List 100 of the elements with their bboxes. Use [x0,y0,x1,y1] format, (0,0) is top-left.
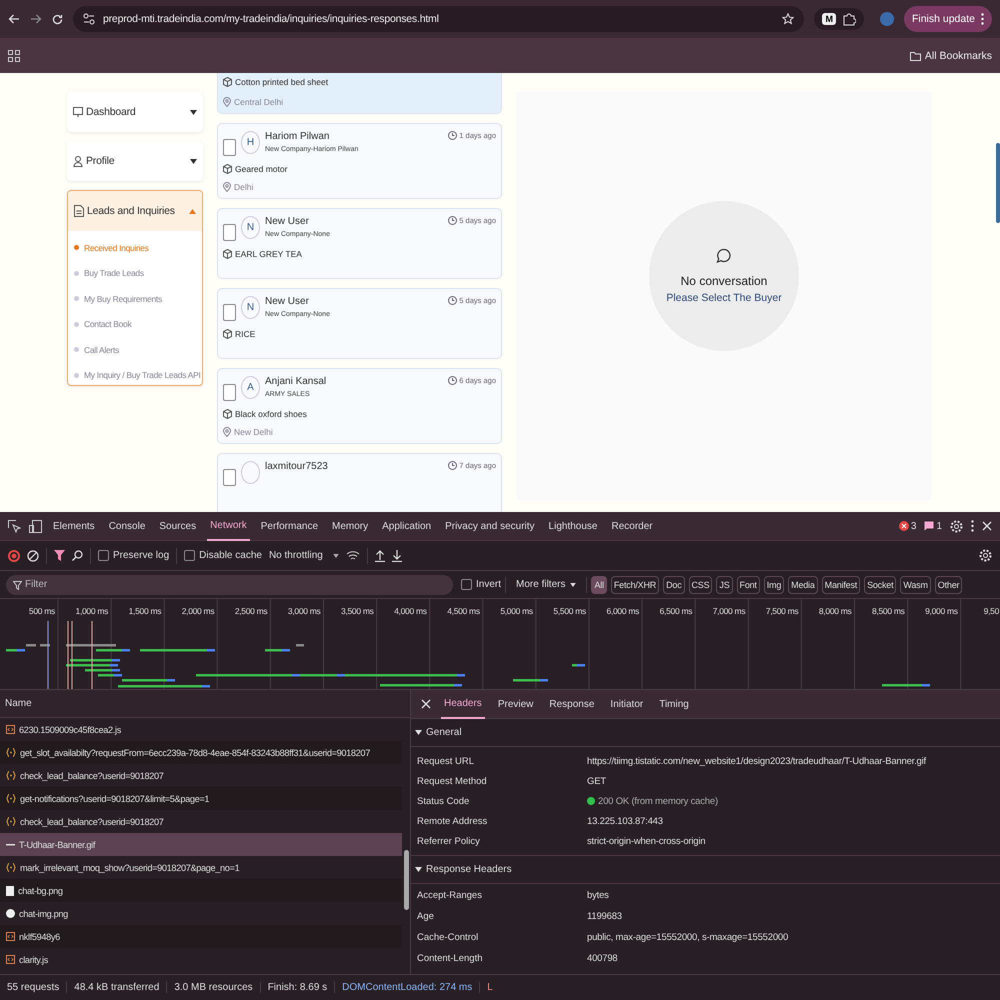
wifi-settings-icon[interactable] [346,550,360,562]
devtools-tab[interactable]: Application [379,512,434,540]
dropdown-caret-icon [570,582,576,586]
forward-icon[interactable] [30,14,42,24]
type-filter-chip[interactable]: Doc [663,576,684,594]
details-tab[interactable]: Response [546,690,598,718]
site-settings-icon[interactable] [83,13,95,25]
type-filter-chip[interactable]: Manifest [822,576,860,594]
details-tab[interactable]: Initiator [607,690,646,718]
section-header[interactable]: General [411,719,1000,747]
type-filter-chip[interactable]: Media [788,576,818,594]
extension-button[interactable]: M [822,13,836,25]
chat-bubble-icon [716,248,732,264]
column-header[interactable]: Name [0,690,410,718]
details-tab[interactable]: Headers [441,690,485,718]
close-icon[interactable] [421,699,431,709]
checkbox[interactable] [98,550,109,561]
details-tab[interactable]: Preview [494,690,536,718]
list-scrollbar[interactable] [404,850,409,910]
avatar-initial [241,461,260,484]
status-bar-item[interactable]: L [480,982,500,993]
sidebar-section-header[interactable]: Leads and Inquiries [68,191,202,231]
clear-icon[interactable] [27,550,39,562]
all-bookmarks-button[interactable]: All Bookmarks [910,50,992,62]
profile-avatar[interactable] [880,12,894,26]
devtools-tab[interactable]: Elements [50,512,98,540]
checkbox[interactable] [223,469,236,486]
request-row[interactable]: get_slot_availabilty?requestFrom=6ecc239a-78d8-4eae-854f-83243b88ff31&userid=9018207 [0,741,402,764]
sidebar-section-header[interactable]: Profile [67,141,203,181]
tick-label: 9,000 ms [925,606,958,616]
checkbox[interactable] [184,550,196,561]
settings-icon[interactable] [950,520,963,532]
type-filter-chip[interactable]: Fetch/XHR [610,576,660,594]
type-filter-chip[interactable]: JS [716,576,733,594]
devtools-tab[interactable]: Recorder [608,512,656,540]
reload-icon[interactable] [52,14,63,24]
tick-label: 3,500 ms [341,606,374,616]
devtools-tab[interactable]: Console [106,512,148,540]
more-filters-dropdown[interactable]: More filters [510,579,582,590]
request-row[interactable]: get-notifications?userid=9018207&limit=5&page=1 [0,787,402,810]
script-file-icon [6,955,15,964]
type-filter-chip[interactable]: Img [764,576,784,594]
devtools-tab[interactable]: Sources [156,512,200,540]
address-bar[interactable]: preprod-mti.tradeindia.com/my-tradeindia/inquiries/inquiries-responses.html [73,6,804,32]
device-toolbar-icon[interactable] [29,520,42,532]
status-bar-item: 55 requests [0,982,68,993]
devtools-tab[interactable]: Network [207,512,250,540]
sidebar-section-header[interactable]: Dashboard [67,92,203,132]
tick-label: 4,500 ms [447,606,480,616]
type-filter-chip[interactable]: Socket [864,576,896,594]
filter-funnel-icon[interactable] [54,550,65,561]
download-icon[interactable] [392,550,402,562]
more-options-icon[interactable] [981,13,984,25]
section-header[interactable]: Response Headers [411,856,1000,884]
sidebar-link[interactable]: My Buy Requirements [74,286,202,312]
inspect-element-icon[interactable] [8,520,21,532]
checkbox-label: Preserve log [113,550,170,561]
details-tab[interactable]: Timing [656,690,692,718]
devtools-tab[interactable]: Lighthouse [546,512,600,540]
checkbox[interactable] [223,224,236,241]
request-row[interactable]: nklf5948y6 [0,925,402,948]
buyer-name: Hariom Pilwan [265,131,330,142]
request-row[interactable]: T-Udhaar-Banner.gif [0,833,402,856]
throttling-dropdown[interactable]: No throttling [268,550,339,561]
document-icon [74,205,84,217]
checkbox[interactable] [461,579,472,590]
close-icon[interactable] [982,521,992,531]
apps-grid-icon[interactable] [8,50,20,62]
type-filter-chip[interactable]: Wasm [900,576,931,594]
finish-update-button[interactable]: Finish update [904,6,992,32]
message-count-badge[interactable]: 1 [924,520,942,532]
type-filter-chip[interactable]: All [591,576,607,594]
checkbox-label: Disable cache [199,550,262,561]
devtools-tab[interactable]: Performance [258,512,322,540]
devtools-tab[interactable]: Memory [329,512,372,540]
type-filter-chip[interactable]: CSS [688,576,712,594]
type-filter-chip[interactable]: Font [736,576,760,594]
search-icon[interactable] [72,550,83,561]
inquiry-card[interactable]: Cotton printed bed sheet Central Delhi [217,73,502,114]
record-stop-icon[interactable] [8,550,20,562]
back-icon[interactable] [8,14,20,24]
product-name: EARL GREY TEA [235,249,302,259]
page-scrollbar[interactable] [996,143,1000,223]
header-value: 1199683 [587,911,623,922]
status-bar-item[interactable]: DOMContentLoaded: 274 ms [335,982,480,993]
devtools-tab[interactable]: Privacy and security [442,512,538,540]
type-filter-chip[interactable]: Other [934,576,962,594]
settings-icon[interactable] [979,549,992,562]
puzzle-icon[interactable] [842,12,856,26]
filter-field[interactable]: Filter [6,574,453,594]
checkbox[interactable] [223,139,236,156]
checkbox[interactable] [223,384,236,401]
upload-icon[interactable] [374,550,385,562]
sidebar-link[interactable]: Contact Book [74,312,202,337]
more-options-icon[interactable] [971,520,974,532]
request-row[interactable]: chat-bg.png [0,879,402,902]
bookmark-star-icon[interactable] [782,13,794,25]
checkbox[interactable] [223,304,236,321]
empty-title: No conversation [680,274,768,288]
sidebar-link[interactable]: My Inquiry / Buy Trade Leads API [74,362,202,385]
